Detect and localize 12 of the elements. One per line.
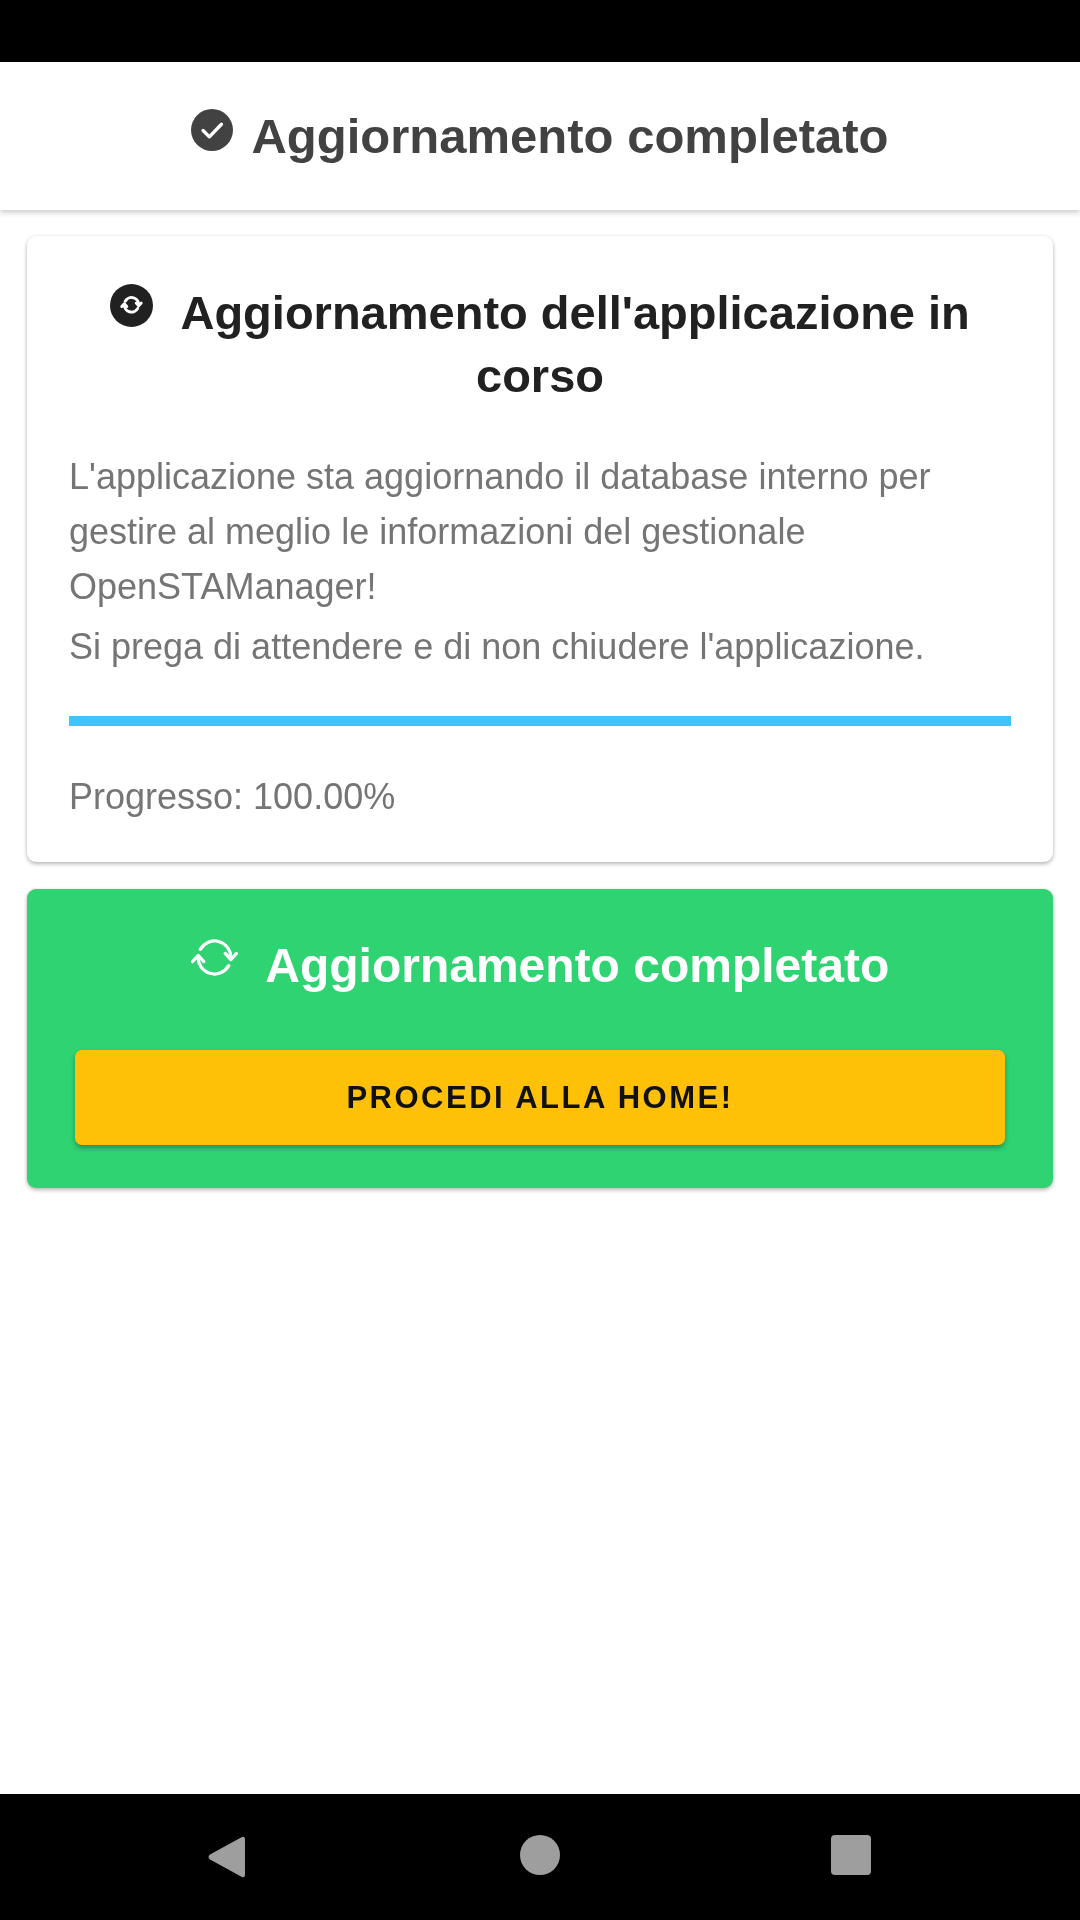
header-title: Aggiornamento completato [251,108,889,164]
progress-label: Progresso: 100.00% [69,775,397,819]
sync-circle-icon [110,284,154,327]
body-text: Si prega di attendere e di non chiudere l'applicazione. [69,625,926,669]
home-icon[interactable] [520,1835,560,1875]
card-title: Aggiornamento dell'applicazione in corso [180,286,970,402]
proceed-home-button[interactable]: PROCEDI ALLA HOME! [75,1050,1005,1145]
back-icon[interactable] [207,1835,245,1879]
body-text: L'applicazione sta aggiornando il database interno per gestire al meglio le informazioni del gestionale OpenSTAManager! [69,455,932,609]
sync-icon [190,939,238,976]
completion-title: Aggiornamento completato [265,939,890,992]
check-circle-icon [191,109,234,151]
